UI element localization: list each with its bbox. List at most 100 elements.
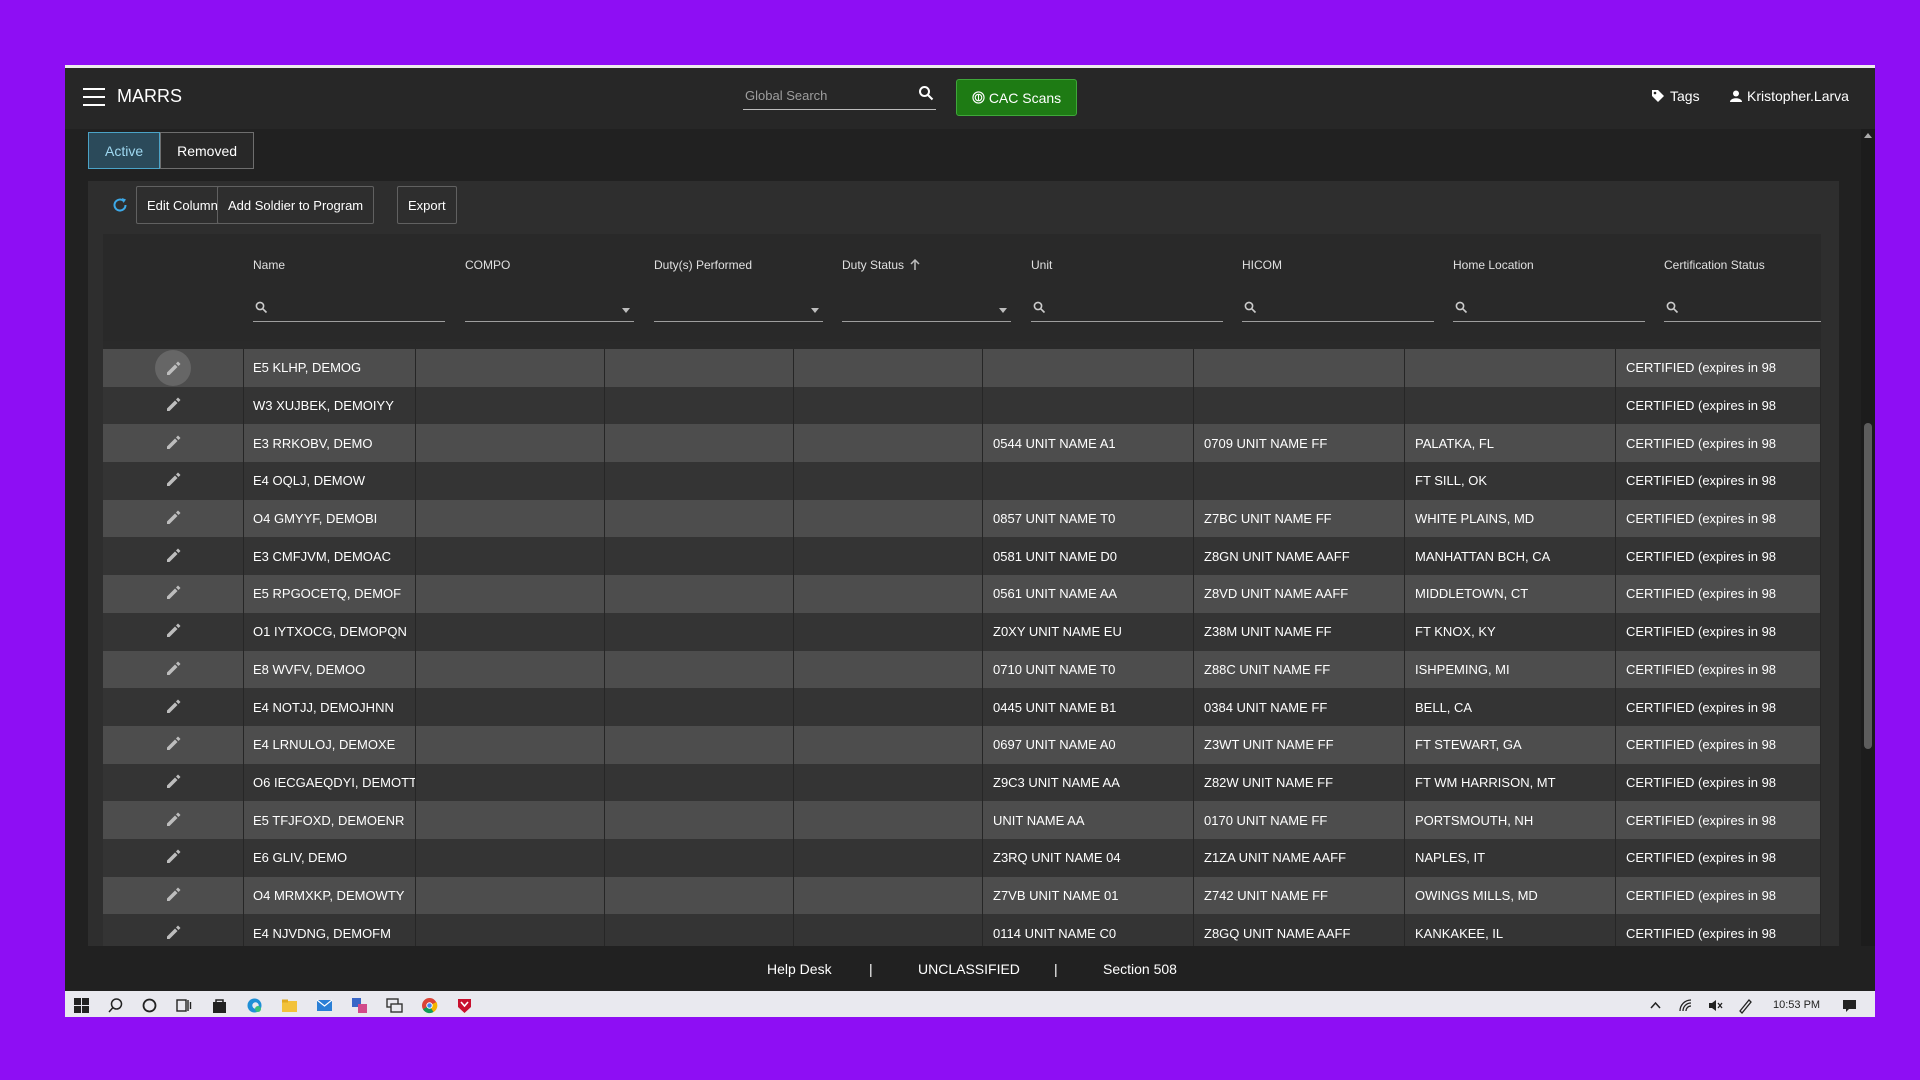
edit-row-button[interactable] (103, 349, 244, 387)
tags-link[interactable]: Tags (1651, 88, 1700, 104)
pencil-icon (167, 361, 181, 375)
file-explorer-icon[interactable] (281, 997, 298, 1014)
search-icon[interactable] (107, 997, 124, 1014)
task-view-icon[interactable] (175, 997, 192, 1014)
table-row[interactable]: E3 RRKOBV, DEMO 0544 UNIT NAME A1 0709 UNI… (103, 424, 1821, 463)
scrollbar-thumb[interactable] (1864, 423, 1872, 749)
mcafee-icon[interactable] (456, 997, 473, 1014)
table-row[interactable]: E4 NOTJJ, DEMOJHNN 0445 UNIT NAME B1 0384 … (103, 688, 1821, 726)
chrome-icon[interactable] (421, 997, 438, 1014)
tab-removed[interactable]: Removed (160, 132, 255, 169)
column-header-name[interactable]: Name (253, 258, 285, 272)
user-menu[interactable]: Kristopher.Larva (1730, 88, 1849, 104)
table-row[interactable]: E5 KLHP, DEMOG CERTIFIED (expires in 98 (103, 349, 1821, 387)
edit-row-button[interactable] (103, 688, 244, 726)
cortana-icon[interactable] (141, 997, 158, 1014)
cell-name: E4 NOTJJ, DEMOJHNN (243, 688, 416, 726)
clock[interactable]: 10:53 PM (1773, 999, 1820, 1011)
page-scrollbar[interactable] (1861, 129, 1875, 1009)
edit-row-button[interactable] (103, 763, 244, 802)
network-app-icon[interactable] (351, 997, 368, 1014)
edit-icon-wrap (164, 470, 182, 491)
table-row[interactable]: O6 IECGAEQDYI, DEMOTT Z9C3 UNIT NAME AA Z8… (103, 763, 1821, 802)
cell-name: E3 RRKOBV, DEMO (243, 424, 416, 463)
edit-row-button[interactable] (103, 537, 244, 576)
table-row[interactable]: E3 CMFJVM, DEMOAC 0581 UNIT NAME D0 Z8GN U… (103, 537, 1821, 576)
table-row[interactable]: E4 OQLJ, DEMOW FT SILL, OK CERTIFIED (expi… (103, 462, 1821, 500)
edit-row-button[interactable] (103, 801, 244, 839)
cell-certification: CERTIFIED (expires in 98 (1616, 801, 1821, 839)
section-508-link[interactable]: Section 508 (1103, 961, 1177, 977)
pen-icon[interactable] (1737, 997, 1754, 1014)
mail-icon[interactable] (316, 997, 333, 1014)
edit-row-button[interactable] (103, 838, 244, 877)
remote-desktop-icon[interactable] (386, 997, 403, 1014)
search-input[interactable] (743, 87, 907, 104)
global-search[interactable] (743, 81, 936, 110)
search-icon[interactable] (918, 85, 934, 101)
table-row[interactable]: W3 XUJBEK, DEMOIYY CERTIFIED (expires in … (103, 386, 1821, 425)
cell-certification: CERTIFIED (expires in 98 (1616, 499, 1821, 538)
sort-ascending-icon[interactable] (910, 259, 920, 271)
edit-row-button[interactable] (103, 876, 244, 915)
name-filter[interactable] (253, 298, 445, 322)
cell-duty-status (794, 612, 983, 651)
table-row[interactable]: O1 IYTXOCG, DEMOPQN Z0XY UNIT NAME EU Z38M… (103, 612, 1821, 651)
edit-row-button[interactable] (103, 424, 244, 463)
edit-row-button[interactable] (103, 650, 244, 689)
table-row[interactable]: E5 TFJFOXD, DEMOENR UNIT NAME AA 0170 UNIT… (103, 801, 1821, 839)
edge-browser-icon[interactable] (246, 997, 263, 1014)
table-row[interactable]: O4 GMYYF, DEMOBI 0857 UNIT NAME T0 Z7BC UN… (103, 499, 1821, 538)
cell-compo (416, 876, 605, 915)
refresh-icon[interactable] (111, 196, 129, 214)
tab-active[interactable]: Active (88, 132, 161, 169)
cac-scans-button[interactable]: CAC Scans (956, 79, 1077, 116)
column-header-unit[interactable]: Unit (1031, 258, 1052, 272)
compo-filter-select[interactable] (465, 298, 634, 322)
duty-filter-select[interactable] (654, 298, 823, 322)
column-header-hicom[interactable]: HICOM (1242, 258, 1282, 272)
pencil-icon (167, 887, 181, 901)
wifi-icon[interactable] (1677, 997, 1694, 1014)
column-header-certification[interactable]: Certification Status (1664, 258, 1765, 272)
edit-row-button[interactable] (103, 725, 244, 764)
add-soldier-button[interactable]: Add Soldier to Program (217, 186, 375, 224)
cell-hicom: Z8GN UNIT NAME AAFF (1194, 537, 1405, 576)
duty-status-filter-select[interactable] (842, 298, 1011, 322)
column-header-home-location[interactable]: Home Location (1453, 258, 1534, 272)
hicom-filter[interactable] (1242, 298, 1434, 322)
export-button[interactable]: Export (397, 186, 457, 224)
cell-certification: CERTIFIED (expires in 98 (1616, 650, 1821, 689)
menu-icon[interactable] (83, 88, 105, 106)
cell-compo (416, 499, 605, 538)
edit-row-button[interactable] (103, 499, 244, 538)
unit-filter[interactable] (1031, 298, 1223, 322)
table-row[interactable]: E8 WVFV, DEMOO 0710 UNIT NAME T0 Z88C UNIT… (103, 650, 1821, 689)
edit-row-button[interactable] (103, 386, 244, 425)
cell-duty-status (794, 876, 983, 915)
store-icon[interactable] (211, 997, 228, 1014)
help-desk-link[interactable]: Help Desk (767, 961, 832, 977)
windows-start-icon[interactable] (73, 997, 90, 1014)
scroll-up-arrow[interactable] (1864, 133, 1872, 138)
column-header-compo[interactable]: COMPO (465, 258, 510, 272)
edit-icon-wrap (164, 847, 182, 868)
volume-muted-icon[interactable] (1707, 997, 1724, 1014)
search-icon (1666, 301, 1679, 314)
column-header-duty-status[interactable]: Duty Status (842, 258, 920, 272)
table-row[interactable]: E4 LRNULOJ, DEMOXE 0697 UNIT NAME A0 Z3WT … (103, 725, 1821, 764)
home-location-filter[interactable] (1453, 298, 1645, 322)
table-row[interactable]: O4 MRMXKP, DEMOWTY Z7VB UNIT NAME 01 Z742 … (103, 876, 1821, 915)
pencil-icon (167, 472, 181, 487)
table-row[interactable]: E6 GLIV, DEMO Z3RQ UNIT NAME 04 Z1ZA UNIT … (103, 838, 1821, 877)
table-row[interactable]: E5 RPGOCETQ, DEMOF 0561 UNIT NAME AA Z8VD … (103, 575, 1821, 613)
certification-filter[interactable] (1664, 298, 1821, 322)
edit-row-button[interactable] (103, 612, 244, 651)
cell-duty-status (794, 838, 983, 877)
pencil-icon (167, 510, 181, 525)
edit-row-button[interactable] (103, 462, 244, 500)
notifications-icon[interactable] (1841, 997, 1858, 1014)
edit-row-button[interactable] (103, 575, 244, 613)
chevron-up-icon[interactable] (1647, 997, 1664, 1014)
column-header-duties[interactable]: Duty(s) Performed (654, 258, 752, 272)
